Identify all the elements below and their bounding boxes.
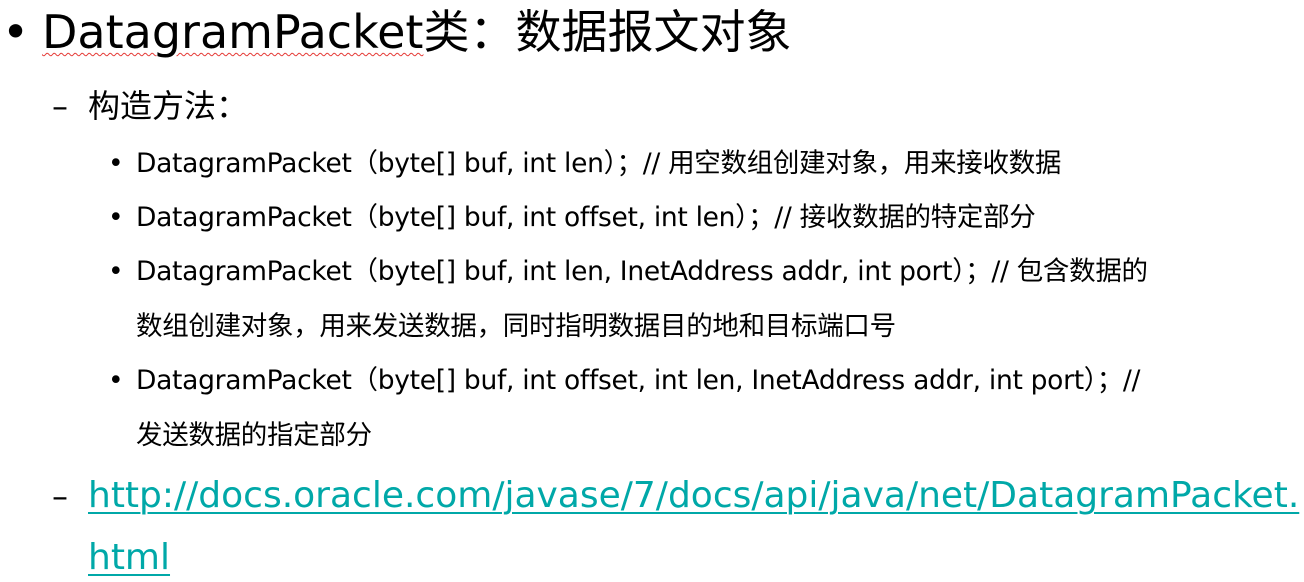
doc-link-line2: html: [88, 537, 171, 578]
item-bullet: •: [108, 365, 124, 396]
doc-link-continuation[interactable]: html: [88, 534, 170, 582]
item-bullet: •: [108, 202, 124, 233]
constructor-description: 数组创建对象，用来发送数据，同时指明数据目的地和目标端口号: [136, 311, 896, 342]
item-bullet: •: [108, 256, 124, 287]
constructor-signature: DatagramPacket（byte[] buf, int len）；// 用…: [136, 148, 1062, 179]
heading-text: 构造方法：: [88, 87, 249, 125]
title-class-name: DatagramPacket: [42, 5, 424, 59]
constructor-signature: DatagramPacket（byte[] buf, int offset, i…: [136, 365, 1141, 396]
title-bullet: •: [2, 5, 30, 59]
title-text: DatagramPacket类：数据报文对象: [42, 2, 791, 62]
constructor-description: 发送数据的指定部分: [136, 420, 372, 451]
doc-link[interactable]: http://docs.oracle.com/javase/7/docs/api…: [88, 472, 1299, 520]
doc-link-line1: http://docs.oracle.com/javase/7/docs/api…: [88, 475, 1300, 516]
constructor-signature: DatagramPacket（byte[] buf, int offset, i…: [136, 202, 1036, 233]
constructor-signature: DatagramPacket（byte[] buf, int len, Inet…: [136, 256, 1148, 287]
heading-dash: –: [52, 87, 68, 125]
link-dash: –: [52, 477, 68, 515]
title-description: 类：数据报文对象: [423, 5, 792, 59]
item-bullet: •: [108, 148, 124, 179]
